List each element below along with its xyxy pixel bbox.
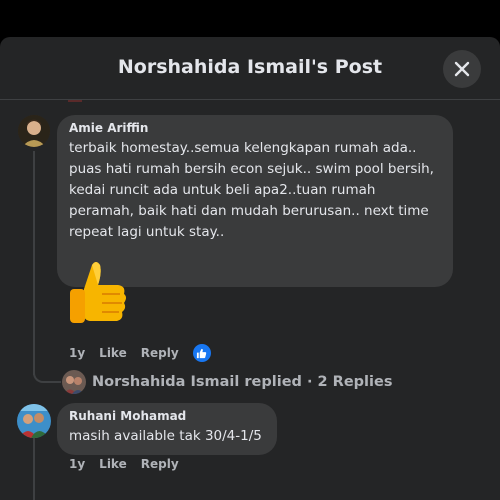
dialog-title: Norshahida Ismail's Post	[117, 56, 383, 78]
avatar[interactable]	[17, 404, 51, 438]
comment-text: masih available tak 30/4-1/5	[69, 428, 262, 444]
comment-time[interactable]: 1y	[69, 346, 85, 360]
replies-summary-text: Norshahida Ismail replied · 2 Replies	[92, 374, 393, 390]
dialog-header: Norshahida Ismail's Post	[0, 37, 500, 100]
comment-author[interactable]: Amie Ariffin	[69, 121, 441, 135]
thread-line-top	[68, 100, 82, 102]
close-icon	[454, 61, 470, 77]
comment-actions: 1y Like Reply	[69, 457, 193, 471]
comment-text: terbaik homestay..semua kelengkapan ruma…	[69, 140, 434, 240]
thumbs-up-sticker	[62, 259, 132, 331]
thread-line-comment-2	[33, 438, 35, 500]
avatar[interactable]	[18, 115, 50, 147]
reply-button[interactable]: Reply	[141, 457, 179, 471]
like-button[interactable]: Like	[99, 457, 127, 471]
comment-bubble: Ruhani Mohamad masih available tak 30/4-…	[57, 403, 277, 455]
like-button[interactable]: Like	[99, 346, 127, 360]
thumbs-up-icon	[70, 262, 126, 323]
close-button[interactable]	[443, 50, 481, 88]
post-dialog: Norshahida Ismail's Post Amie Ariffin te…	[0, 37, 500, 500]
avatar-photo	[62, 370, 86, 394]
thread-line-comment-1	[33, 151, 35, 375]
comment-author[interactable]: Ruhani Mohamad	[69, 409, 265, 423]
reply-avatar	[62, 370, 86, 394]
comment-time[interactable]: 1y	[69, 457, 85, 471]
comment-actions: 1y Like Reply	[69, 344, 225, 362]
view-replies-link[interactable]: Norshahida Ismail replied · 2 Replies	[62, 370, 392, 394]
like-reaction-icon[interactable]	[192, 344, 211, 362]
reply-button[interactable]: Reply	[141, 346, 179, 360]
thread-line-branch	[33, 373, 61, 383]
avatar-photo	[18, 115, 50, 147]
avatar-photo	[17, 404, 51, 438]
